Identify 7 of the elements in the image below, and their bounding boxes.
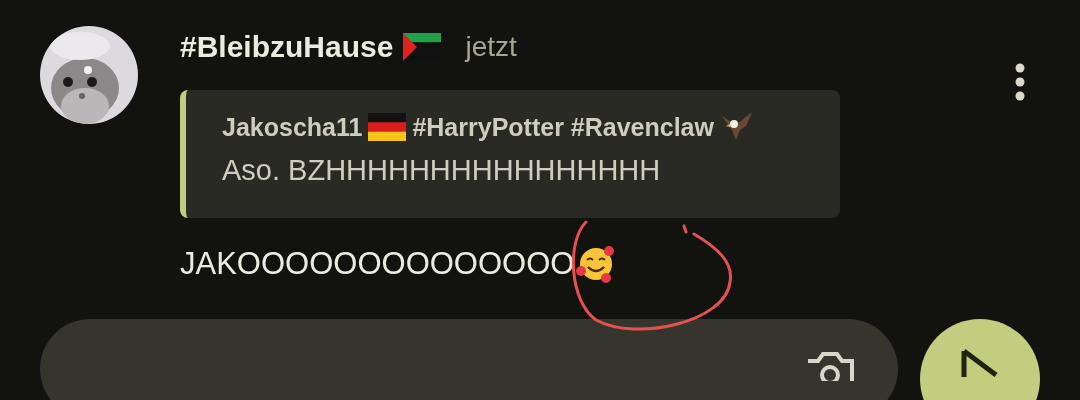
- quoted-author-tags: #HarryPotter #Ravenclaw: [412, 112, 714, 142]
- quoted-text: Aso. BZHHHHHHHHHHHHHHHH: [222, 154, 662, 187]
- quoted-message[interactable]: Jakoscha11 #HarryPotter #Ravenclaw Aso. BZHHHHHHHHHHHHHHHH: [180, 90, 840, 218]
- timestamp: jetzt: [465, 31, 517, 63]
- quoted-author: Jakoscha11: [222, 112, 363, 142]
- message-text: JAKOOOOOOOOOOOOOO: [180, 246, 575, 282]
- author-name[interactable]: #BleibzuHause: [180, 30, 394, 64]
